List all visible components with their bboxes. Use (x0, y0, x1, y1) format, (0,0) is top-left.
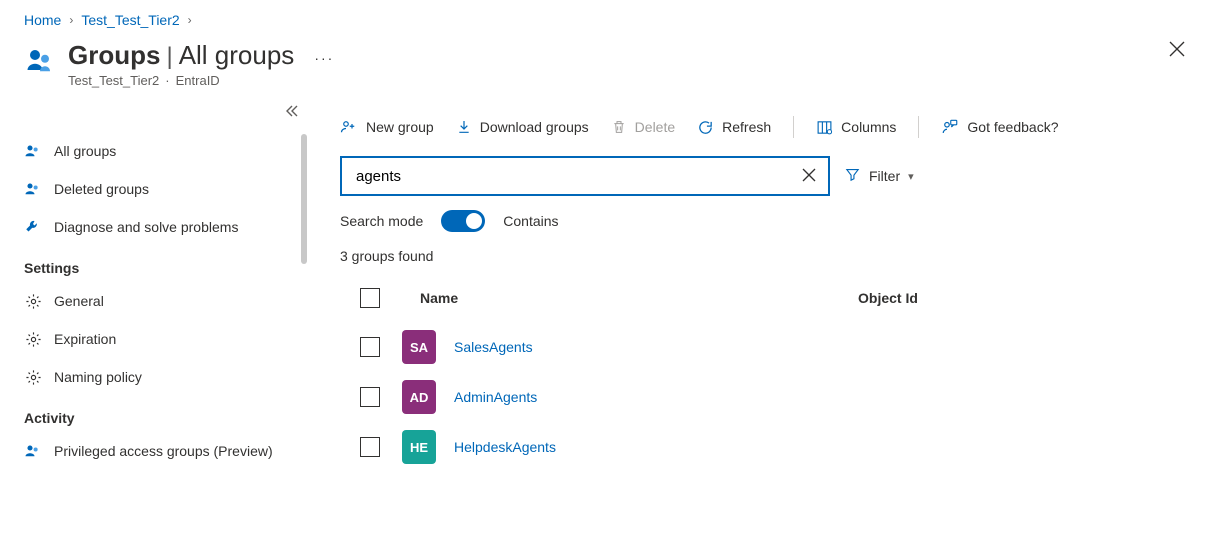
delete-button: Delete (611, 119, 675, 135)
sidebar-item-label: Deleted groups (54, 181, 149, 197)
breadcrumb: Home › Test_Test_Tier2 › (0, 0, 1210, 36)
gear-icon (24, 330, 42, 348)
group-link[interactable]: HelpdeskAgents (454, 439, 556, 455)
refresh-icon (697, 119, 714, 136)
sidebar-item-all-groups[interactable]: All groups (16, 132, 309, 170)
people-icon (24, 442, 42, 460)
table-header: Name Object Id (340, 280, 1190, 322)
column-object-id[interactable]: Object Id (858, 290, 918, 306)
main-content: New group Download groups Delete Refresh… (310, 104, 1210, 546)
gear-icon (24, 368, 42, 386)
search-input-wrapper[interactable] (340, 156, 830, 196)
select-all-checkbox[interactable] (360, 288, 380, 308)
sidebar-item-expiration[interactable]: Expiration (16, 320, 309, 358)
dot-separator: · (165, 73, 169, 88)
chevron-right-icon: › (69, 13, 73, 27)
feedback-button[interactable]: Got feedback? (941, 118, 1058, 136)
group-link[interactable]: SalesAgents (454, 339, 533, 355)
chevron-right-icon: › (188, 13, 192, 27)
close-icon (1168, 40, 1186, 58)
people-plus-icon (340, 118, 358, 136)
search-input[interactable] (354, 167, 798, 186)
button-label: New group (366, 119, 434, 135)
sidebar-item-naming-policy[interactable]: Naming policy (16, 358, 309, 396)
sidebar-item-diagnose[interactable]: Diagnose and solve problems (16, 208, 309, 246)
clear-search-button[interactable] (798, 164, 820, 189)
people-icon (24, 142, 42, 160)
result-count: 3 groups found (340, 248, 1190, 264)
sidebar-item-label: Diagnose and solve problems (54, 219, 238, 235)
filter-button[interactable]: Filter ▾ (844, 166, 914, 186)
gear-icon (24, 292, 42, 310)
refresh-button[interactable]: Refresh (697, 119, 771, 136)
scrollbar[interactable] (301, 134, 307, 264)
sidebar-header-activity: Activity (16, 396, 309, 432)
group-avatar: HE (402, 430, 436, 464)
header-product: EntraID (176, 73, 220, 88)
page-title: Groups (68, 40, 160, 71)
page-view: All groups (179, 40, 295, 71)
sidebar-item-general[interactable]: General (16, 282, 309, 320)
more-button[interactable]: ··· (314, 50, 334, 66)
group-link[interactable]: AdminAgents (454, 389, 537, 405)
toolbar: New group Download groups Delete Refresh… (340, 110, 1190, 156)
table-row: AD AdminAgents (340, 372, 1190, 422)
button-label: Got feedback? (967, 119, 1058, 135)
sidebar-item-label: Naming policy (54, 369, 142, 385)
button-label: Download groups (480, 119, 589, 135)
table-row: HE HelpdeskAgents (340, 422, 1190, 472)
search-mode-label: Search mode (340, 213, 423, 229)
sidebar-item-label: All groups (54, 143, 116, 159)
close-icon (802, 168, 816, 182)
wrench-icon (24, 218, 42, 236)
group-avatar: SA (402, 330, 436, 364)
search-mode-toggle[interactable] (441, 210, 485, 232)
new-group-button[interactable]: New group (340, 118, 434, 136)
search-mode-value: Contains (503, 213, 558, 229)
breadcrumb-home[interactable]: Home (24, 12, 61, 28)
group-avatar: AD (402, 380, 436, 414)
row-checkbox[interactable] (360, 437, 380, 457)
sidebar-item-privileged-access[interactable]: Privileged access groups (Preview) (16, 432, 309, 470)
download-icon (456, 119, 472, 135)
header-subtitle: Test_Test_Tier2 (68, 73, 159, 88)
button-label: Delete (635, 119, 675, 135)
button-label: Filter (869, 168, 900, 184)
title-separator: | (166, 43, 172, 71)
table-row: SA SalesAgents (340, 322, 1190, 372)
row-checkbox[interactable] (360, 337, 380, 357)
breadcrumb-tier[interactable]: Test_Test_Tier2 (81, 12, 179, 28)
chevron-double-left-icon (285, 104, 299, 118)
columns-button[interactable]: Columns (816, 119, 896, 136)
download-groups-button[interactable]: Download groups (456, 119, 589, 135)
sidebar-item-label: Privileged access groups (Preview) (54, 443, 273, 459)
column-name[interactable]: Name (420, 290, 840, 306)
sidebar-item-deleted-groups[interactable]: Deleted groups (16, 170, 309, 208)
trash-icon (611, 119, 627, 135)
separator (793, 116, 794, 138)
sidebar-item-label: Expiration (54, 331, 116, 347)
row-checkbox[interactable] (360, 387, 380, 407)
sidebar-header-settings: Settings (16, 246, 309, 282)
chevron-down-icon: ▾ (908, 170, 914, 183)
button-label: Refresh (722, 119, 771, 135)
sidebar: All groups Deleted groups Diagnose and s… (0, 104, 310, 546)
groups-icon (24, 44, 56, 76)
people-icon (24, 180, 42, 198)
button-label: Columns (841, 119, 896, 135)
columns-icon (816, 119, 833, 136)
collapse-sidebar-button[interactable] (285, 104, 299, 121)
close-button[interactable] (1168, 40, 1186, 61)
separator (918, 116, 919, 138)
sidebar-item-label: General (54, 293, 104, 309)
filter-icon (844, 166, 861, 186)
person-feedback-icon (941, 118, 959, 136)
